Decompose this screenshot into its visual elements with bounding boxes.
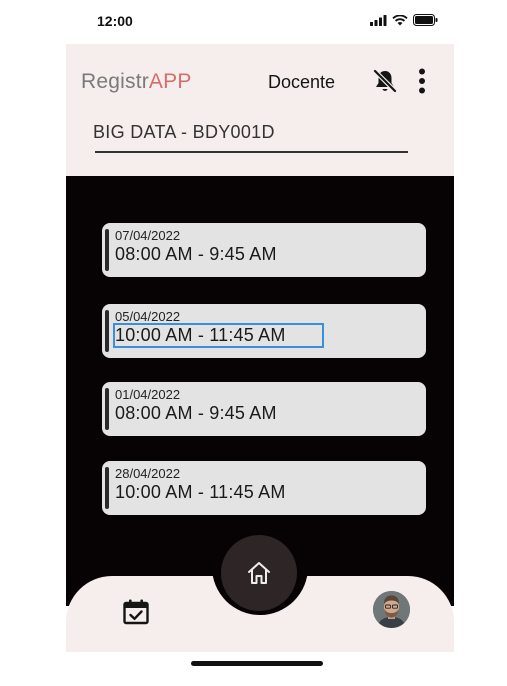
logo-accent-text: APP [148,70,192,93]
course-select-value: BIG DATA - BDY001D [93,122,275,142]
card-accent-bar [105,388,109,430]
card-accent-bar [105,310,109,352]
card-accent-bar [105,467,109,509]
class-date: 01/04/2022 [115,387,181,402]
wifi-icon [392,14,408,25]
status-icons [370,14,438,26]
status-time: 12:00 [97,13,133,29]
home-indicator[interactable] [191,661,323,666]
battery-icon [413,14,438,26]
user-role-label: Docente [268,72,336,92]
signal-icon [370,14,387,26]
class-time: 10:00 AM - 11:45 AM [115,482,286,502]
class-card[interactable]: 07/04/2022 08:00 AM - 9:45 AM [102,223,426,277]
home-icon [248,562,270,584]
profile-photo [373,591,410,628]
home-button[interactable] [221,535,297,611]
phone-screen: 12:00 RegistrAPP Docente BIG DATA - BDY0… [66,0,454,686]
home-indicator-area [66,652,454,686]
class-card[interactable]: 05/04/2022 10:00 AM - 11:45 AM [102,304,426,358]
class-time: 08:00 AM - 9:45 AM [115,244,277,264]
app-header: RegistrAPP Docente BIG DATA - BDY001D [66,44,454,176]
calendar-check-icon [123,599,149,625]
class-card[interactable]: 01/04/2022 08:00 AM - 9:45 AM [102,382,426,436]
avatar[interactable] [373,591,410,628]
class-date: 05/04/2022 [115,309,181,324]
class-card[interactable]: 28/04/2022 10:00 AM - 11:45 AM [102,461,426,515]
course-select[interactable]: BIG DATA - BDY001D [93,118,408,153]
class-date: 28/04/2022 [115,466,181,481]
class-time-selected: 10:00 AM - 11:45 AM [113,323,324,348]
card-accent-bar [105,229,109,271]
class-time: 08:00 AM - 9:45 AM [115,403,277,423]
app-logo: RegistrAPP [81,70,192,94]
logo-primary-text: Registr [81,70,149,93]
calendar-button[interactable] [121,597,151,627]
status-bar: 12:00 [66,0,454,44]
more-options-icon[interactable] [417,68,427,94]
bell-off-icon[interactable] [372,68,398,94]
class-date: 07/04/2022 [115,228,181,243]
